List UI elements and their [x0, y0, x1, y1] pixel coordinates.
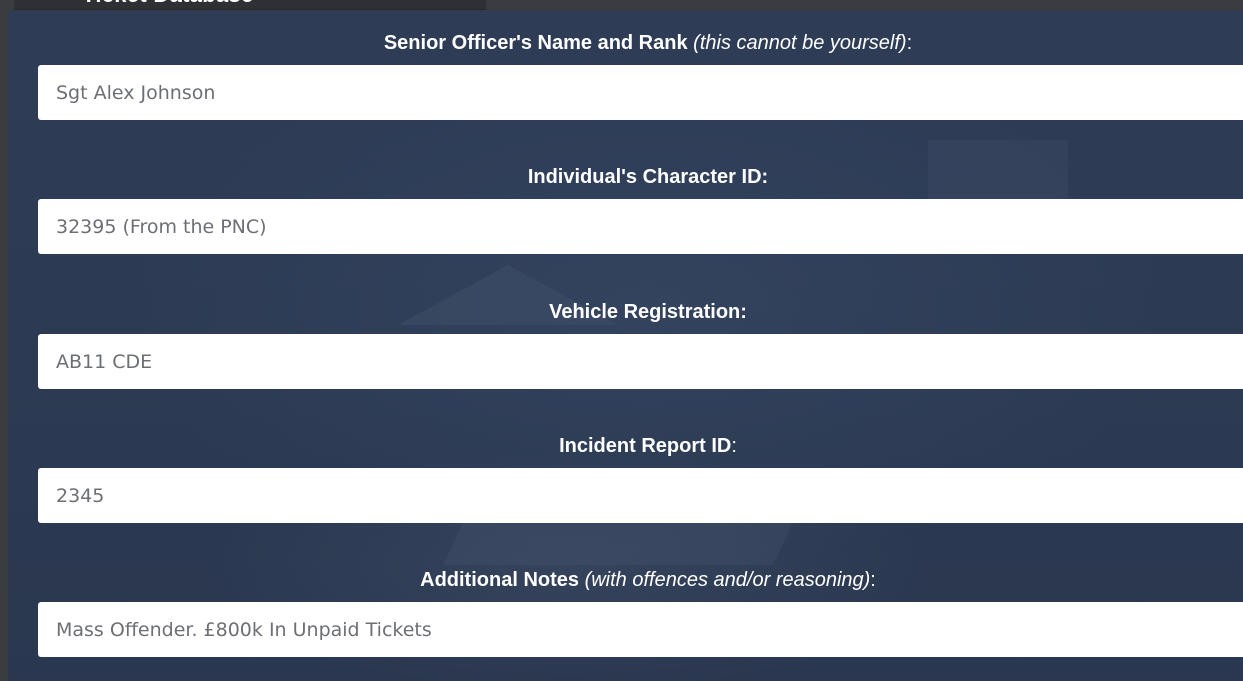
additional-notes-label: Additional Notes (with offences and/or r… [420, 569, 876, 591]
incident-report-field: Incident Report ID: [38, 434, 1243, 523]
character-id-label: Individual's Character ID: [527, 166, 769, 188]
incident-report-label: Incident Report ID: [559, 435, 737, 457]
character-id-input[interactable] [38, 199, 1243, 254]
senior-officer-input[interactable] [38, 65, 1243, 120]
header-tab: Ticket Database [14, 0, 486, 10]
additional-notes-field: Additional Notes (with offences and/or r… [38, 568, 1243, 657]
senior-officer-field: Senior Officer's Name and Rank (this can… [38, 31, 1243, 120]
app-window: Ticket Database Senior Officer's Name an… [0, 0, 1243, 681]
additional-notes-input[interactable] [38, 602, 1243, 657]
senior-officer-label: Senior Officer's Name and Rank (this can… [383, 32, 913, 54]
vehicle-registration-label: Vehicle Registration: [549, 301, 747, 323]
page-title: Ticket Database [82, 0, 254, 8]
incident-report-input[interactable] [38, 468, 1243, 523]
character-id-field: Individual's Character ID: [38, 165, 1243, 254]
vehicle-registration-input[interactable] [38, 334, 1243, 389]
vehicle-registration-field: Vehicle Registration: [38, 300, 1243, 389]
